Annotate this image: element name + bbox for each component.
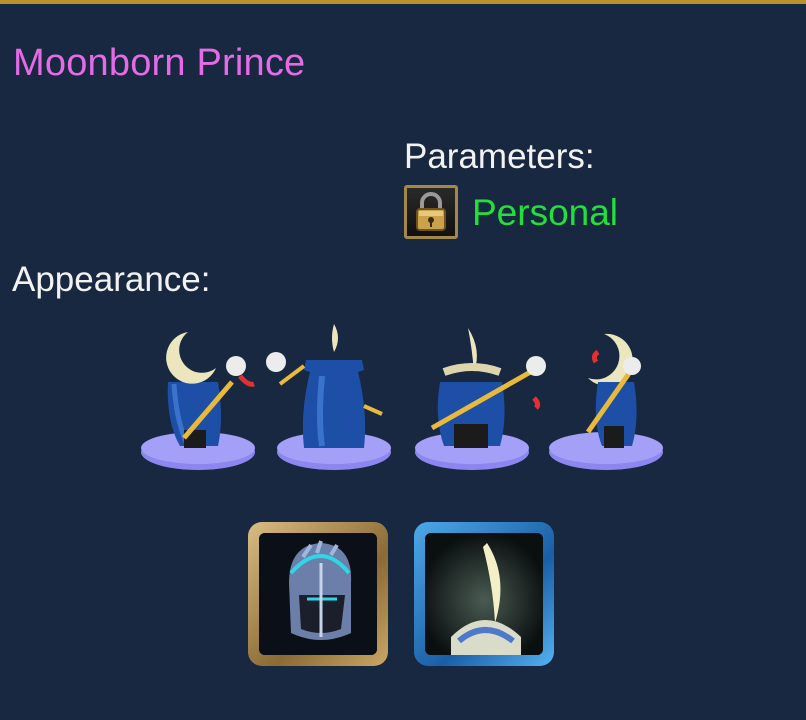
- appearance-pose-side-right: [548, 322, 668, 474]
- parameters-value: Personal: [472, 192, 619, 233]
- skin-slot-knight-helmet[interactable]: [248, 522, 388, 666]
- unit-name: Moonborn Prince: [13, 42, 306, 84]
- parameters-label: Parameters:: [404, 137, 595, 176]
- padlock-icon: [404, 185, 458, 239]
- appearance-pose-front-left: [140, 322, 260, 474]
- knight-helmet-icon: [259, 533, 377, 655]
- unit-info-panel: Moonborn Prince Parameters: Personal App…: [0, 0, 806, 720]
- appearance-pose-back: [266, 322, 402, 474]
- appearance-pose-front: [410, 322, 546, 474]
- skin-slot-moon-helmet[interactable]: [414, 522, 554, 666]
- crescent-moon-helmet-icon: [425, 533, 543, 655]
- appearance-label: Appearance:: [12, 260, 211, 299]
